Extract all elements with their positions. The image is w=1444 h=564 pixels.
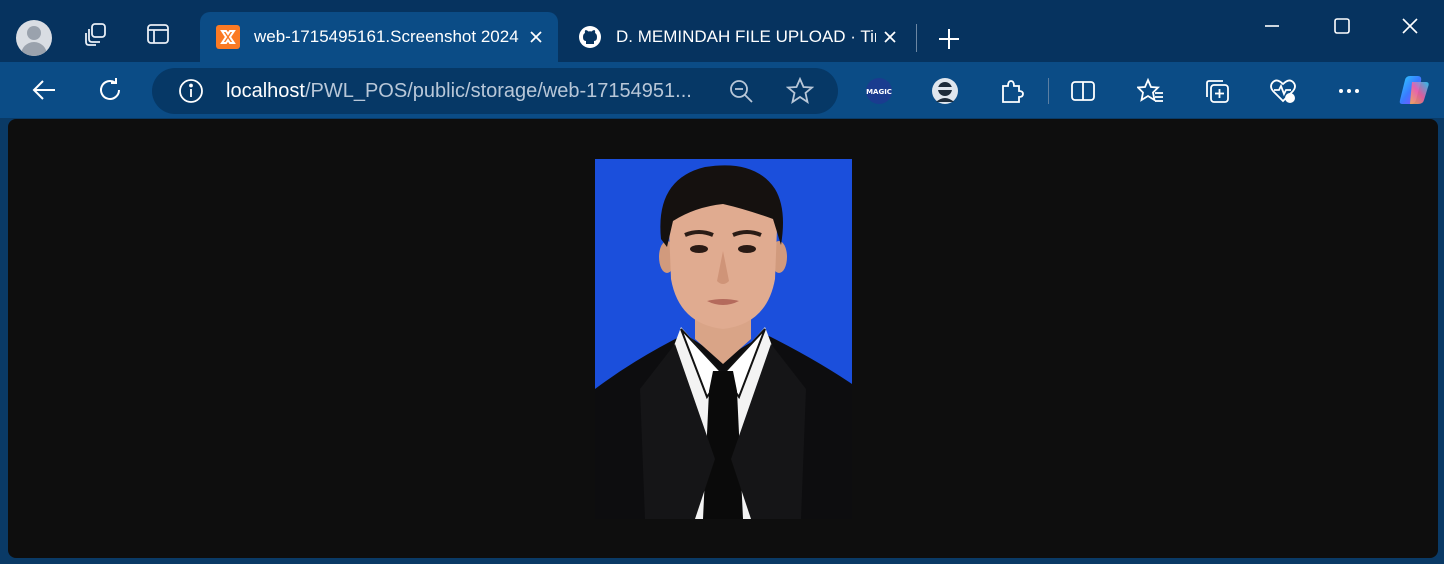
more-icon[interactable] <box>1334 76 1364 106</box>
close-tab-button[interactable] <box>522 23 550 51</box>
new-tab-icon[interactable] <box>932 22 966 56</box>
tab-title: web-1715495161.Screenshot 2024 <box>254 27 519 46</box>
tab-separator <box>916 24 917 52</box>
tab-title: D. MEMINDAH FILE UPLOAD · Tim <box>616 27 876 46</box>
favorite-star-icon[interactable] <box>786 77 814 105</box>
url-path: /PWL_POS/public/storage/web-17154951... <box>304 79 692 102</box>
page-content <box>8 119 1438 558</box>
browser-window: web-1715495161.Screenshot 2024 D. MEMIND… <box>0 0 1444 564</box>
github-icon <box>578 25 602 49</box>
collections-icon[interactable] <box>1202 76 1232 106</box>
minimize-icon[interactable] <box>1252 8 1292 44</box>
close-tab-button[interactable] <box>876 23 904 51</box>
workspaces-icon[interactable] <box>78 16 114 52</box>
extension-label: MAGIC <box>866 88 892 96</box>
copilot-icon[interactable] <box>1396 72 1432 108</box>
close-window-icon[interactable] <box>1390 8 1430 44</box>
browser-essentials-icon[interactable] <box>1268 76 1298 106</box>
info-icon[interactable] <box>178 78 204 104</box>
xampp-icon <box>216 25 240 49</box>
split-screen-icon[interactable] <box>1068 76 1098 106</box>
tab-inactive[interactable]: D. MEMINDAH FILE UPLOAD · Tim <box>562 12 912 62</box>
url-host: localhost <box>226 79 305 102</box>
favorites-icon[interactable] <box>1136 76 1166 106</box>
magic-extension-icon[interactable]: MAGIC <box>864 76 894 106</box>
uploaded-photo <box>595 159 852 519</box>
title-bar: web-1715495161.Screenshot 2024 D. MEMIND… <box>0 0 1444 62</box>
maximize-icon[interactable] <box>1322 8 1362 44</box>
address-bar[interactable]: localhost/PWL_POS/public/storage/web-171… <box>152 68 838 114</box>
tab-active[interactable]: web-1715495161.Screenshot 2024 <box>200 12 558 62</box>
url-text[interactable]: localhost/PWL_POS/public/storage/web-171… <box>226 80 716 103</box>
toolbar-separator <box>1048 78 1049 104</box>
profile-avatar[interactable] <box>16 20 52 56</box>
zoom-icon[interactable] <box>728 78 754 104</box>
refresh-icon[interactable] <box>92 72 128 108</box>
tab-actions-icon[interactable] <box>140 16 176 52</box>
extensions-icon[interactable] <box>996 76 1026 106</box>
ninja-extension-icon[interactable] <box>930 76 960 106</box>
back-icon[interactable] <box>26 72 62 108</box>
navigation-toolbar: localhost/PWL_POS/public/storage/web-171… <box>0 62 1444 118</box>
window-bottom-edge <box>0 558 1444 564</box>
